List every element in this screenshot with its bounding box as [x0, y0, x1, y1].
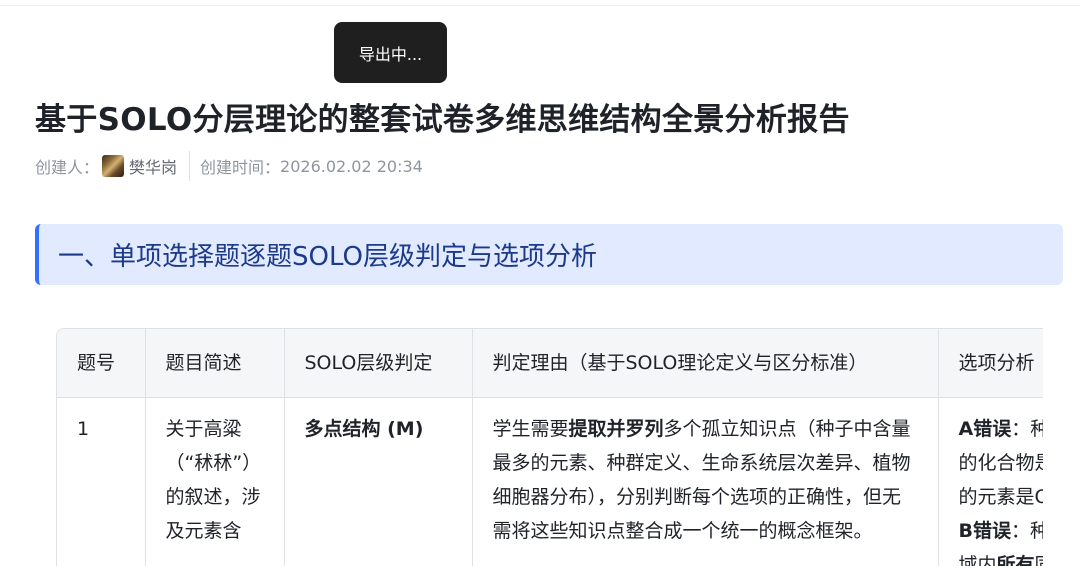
header-cell: SOLO层级判定 [284, 329, 472, 398]
option-a-label: A错误 [959, 418, 1012, 440]
question-summary-cell: 关于高粱（“秫秫”）的叙述，涉及元素含 [145, 398, 284, 566]
top-divider [0, 5, 1080, 6]
analysis-table-wrap[interactable]: 题号 题目简述 SOLO层级判定 判定理由（基于SOLO理论定义与区分标准） 选… [56, 328, 1043, 566]
created-time: 2026.02.02 20:34 [280, 157, 423, 176]
option-analysis-cell: A错误：种子中含量最多的化合物是水，含量最多的元素是O，不是CB错误：种群是指一… [938, 398, 1043, 566]
section-heading: 一、单项选择题逐题SOLO层级判定与选项分析 [35, 224, 1063, 285]
meta-divider [189, 151, 190, 181]
option-b-text: 同种生物 [1035, 554, 1043, 566]
question-number-cell: 1 [57, 398, 145, 566]
doc-meta: 创建人： 樊华岗 创建时间： 2026.02.02 20:34 [35, 154, 423, 178]
section-heading-text: 一、单项选择题逐题SOLO层级判定与选项分析 [58, 236, 597, 273]
header-cell: 判定理由（基于SOLO理论定义与区分标准） [472, 329, 938, 398]
export-toast: 导出中... [334, 22, 447, 83]
option-b-label: B错误 [959, 520, 1011, 542]
solo-level-cell: 多点结构 (M) [284, 398, 472, 566]
header-cell: 题目简述 [145, 329, 284, 398]
option-b-emphasis: 所有 [997, 554, 1035, 566]
page-title: 基于SOLO分层理论的整套试卷多维思维结构全景分析报告 [35, 94, 850, 139]
reason-cell: 学生需要提取并罗列多个孤立知识点（种子中含量最多的元素、种群定义、生命系统层次差… [472, 398, 938, 566]
export-toast-label: 导出中... [359, 41, 422, 65]
table-header-row: 题号 题目简述 SOLO层级判定 判定理由（基于SOLO理论定义与区分标准） 选… [57, 329, 1043, 398]
reason-text: 学生需要 [493, 418, 569, 440]
creator-label: 创建人： [35, 154, 99, 178]
header-cell: 选项分析 [938, 329, 1043, 398]
header-cell: 题号 [57, 329, 145, 398]
avatar[interactable] [102, 155, 124, 177]
reason-emphasis: 提取并罗列 [569, 418, 664, 440]
creator-name[interactable]: 樊华岗 [129, 154, 177, 178]
created-label: 创建时间： [200, 154, 280, 178]
table-row: 1 关于高粱（“秫秫”）的叙述，涉及元素含 多点结构 (M) 学生需要提取并罗列… [57, 398, 1043, 566]
analysis-table: 题号 题目简述 SOLO层级判定 判定理由（基于SOLO理论定义与区分标准） 选… [57, 329, 1043, 566]
